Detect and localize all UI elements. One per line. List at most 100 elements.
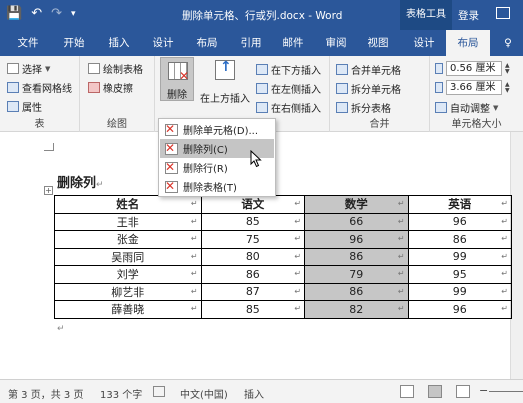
login-link[interactable]: 登录 <box>458 8 479 23</box>
table-cell-selected[interactable]: 86 <box>304 247 409 266</box>
score-table[interactable]: 姓名 语文 数学 英语 王非 85 66 96 张金 75 96 86 吴雨同 … <box>54 195 513 319</box>
delete-columns-icon <box>165 141 178 155</box>
tab-layout[interactable]: 布局 <box>189 30 225 56</box>
table-cell[interactable]: 刘学 <box>54 265 202 284</box>
spin-arrows-icon[interactable]: ▲ ▼ <box>505 81 510 94</box>
save-icon[interactable]: 💾 <box>6 6 22 22</box>
table-cell[interactable]: 吴雨同 <box>54 247 202 266</box>
table-cell[interactable]: 99 <box>407 247 513 266</box>
table-cell[interactable]: 张金 <box>54 230 202 249</box>
read-mode-icon[interactable] <box>400 385 414 398</box>
tab-references[interactable]: 引用 <box>233 30 269 56</box>
table-cell-selected[interactable]: 86 <box>304 282 409 301</box>
eraser-icon <box>88 82 100 93</box>
table-cell[interactable]: 柳艺非 <box>54 282 202 301</box>
quick-access-toolbar: 💾 ↶ ↷ ▾ <box>6 6 76 22</box>
header-cell[interactable]: 姓名 <box>54 195 202 214</box>
tab-table-layout[interactable]: 布局 <box>446 30 490 56</box>
table-cell-selected[interactable]: 79 <box>304 265 409 284</box>
web-layout-icon[interactable] <box>456 385 470 398</box>
group-label-merge: 合并 <box>369 119 390 130</box>
tell-me-icon[interactable]: ♀ <box>498 30 518 56</box>
draw-table-label: 绘制表格 <box>103 65 143 76</box>
select-button[interactable]: 选择 ▼ <box>7 61 50 76</box>
header-cell[interactable]: 语文 <box>200 195 306 214</box>
tab-insert[interactable]: 插入 <box>101 30 137 56</box>
table-cell[interactable]: 85 <box>200 300 306 319</box>
header-cell[interactable]: 英语 <box>407 195 513 214</box>
table-cell[interactable]: 80 <box>200 247 306 266</box>
eraser-button[interactable]: 橡皮擦 <box>88 80 133 95</box>
undo-icon[interactable]: ↶ <box>31 6 42 22</box>
word-count[interactable]: 133 个字 <box>100 386 142 401</box>
cell-width-spinner[interactable]: 3.66 厘米 ▲ ▼ <box>435 80 510 95</box>
properties-button[interactable]: 属性 <box>7 99 42 114</box>
insert-mode-indicator[interactable]: 插入 <box>244 386 264 401</box>
table-cell[interactable]: 99 <box>407 282 513 301</box>
table-cell-selected[interactable]: 66 <box>304 212 409 231</box>
group-label-cell-size: 单元格大小 <box>451 119 502 130</box>
table-cell[interactable]: 96 <box>407 300 513 319</box>
chevron-down-icon: ▼ <box>45 64 51 73</box>
view-gridlines-button[interactable]: 查看网格线 <box>7 80 72 95</box>
insert-left-button[interactable]: 在左侧插入 <box>256 81 321 96</box>
group-merge: 合并单元格 拆分单元格 拆分表格 合并 <box>330 56 430 132</box>
paragraph-mark: ↵ <box>96 180 104 190</box>
cell-height-spinner[interactable]: 0.56 厘米 ▲ ▼ <box>435 61 510 76</box>
customize-qat-icon[interactable]: ▾ <box>71 6 76 22</box>
insert-above-label: 在上方插入 <box>200 94 250 105</box>
language-indicator[interactable]: 中文(中国) <box>180 386 228 401</box>
table-cell[interactable]: 86 <box>200 265 306 284</box>
status-bar: 第 3 页，共 3 页 133 个字 中文(中国) 插入 − <box>0 379 523 403</box>
insert-below-button[interactable]: 在下方插入 <box>256 62 321 77</box>
table-cell[interactable]: 85 <box>200 212 306 231</box>
menu-item-delete-cells[interactable]: 删除单元格(D)... <box>160 120 274 139</box>
page-count[interactable]: 第 3 页，共 3 页 <box>8 386 83 401</box>
proofing-icon[interactable] <box>153 386 165 397</box>
zoom-out-icon[interactable]: − <box>479 384 488 397</box>
split-cells-icon <box>336 83 348 94</box>
insert-right-button[interactable]: 在右侧插入 <box>256 100 321 115</box>
merge-cells-button[interactable]: 合并单元格 <box>336 62 401 77</box>
insert-left-icon <box>256 83 268 94</box>
tab-view[interactable]: 视图 <box>360 30 396 56</box>
cell-height-input[interactable]: 0.56 厘米 <box>446 61 502 76</box>
table-cell[interactable]: 75 <box>200 230 306 249</box>
split-table-label: 拆分表格 <box>351 104 391 115</box>
delete-label: 删除 <box>167 90 187 101</box>
table-cell-selected[interactable]: 82 <box>304 300 409 319</box>
print-layout-icon[interactable] <box>428 385 442 398</box>
tab-file[interactable]: 文件 <box>10 30 46 56</box>
group-table: 选择 ▼ 查看网格线 属性 表 <box>0 56 80 132</box>
table-cell[interactable]: 87 <box>200 282 306 301</box>
cell-width-input[interactable]: 3.66 厘米 <box>446 80 502 95</box>
delete-button[interactable]: 删除 <box>160 57 194 101</box>
split-cells-button[interactable]: 拆分单元格 <box>336 81 401 96</box>
header-cell-selected[interactable]: 数学 <box>304 195 409 214</box>
tab-mailings[interactable]: 邮件 <box>275 30 311 56</box>
menu-item-label: 删除行(R) <box>183 164 228 175</box>
redo-icon[interactable]: ↷ <box>51 6 62 22</box>
spin-arrows-icon[interactable]: ▲ ▼ <box>505 62 510 75</box>
tab-table-design[interactable]: 设计 <box>404 30 444 56</box>
table-move-handle-icon[interactable]: + <box>44 186 53 195</box>
table-cell[interactable]: 95 <box>407 265 513 284</box>
table-cell-selected[interactable]: 96 <box>304 230 409 249</box>
tab-home[interactable]: 开始 <box>56 30 92 56</box>
tab-review[interactable]: 审阅 <box>318 30 354 56</box>
zoom-slider[interactable] <box>489 391 523 392</box>
table-row: 吴雨同 80 86 99 <box>54 247 513 266</box>
table-cell[interactable]: 薛善晓 <box>54 300 202 319</box>
tab-design[interactable]: 设计 <box>145 30 181 56</box>
insert-above-button[interactable]: 在上方插入 <box>200 59 250 105</box>
table-cell[interactable]: 96 <box>407 212 513 231</box>
group-draw: 绘制表格 橡皮擦 绘图 <box>80 56 155 132</box>
table-cell[interactable]: 86 <box>407 230 513 249</box>
table-cell[interactable]: 王非 <box>54 212 202 231</box>
autofit-button[interactable]: 自动调整 ▼ <box>435 100 498 115</box>
ribbon-display-options-icon[interactable] <box>496 7 510 19</box>
split-table-button[interactable]: 拆分表格 <box>336 100 391 115</box>
page-corner-mark <box>44 143 54 151</box>
draw-table-button[interactable]: 绘制表格 <box>88 61 143 76</box>
menu-item-delete-table[interactable]: 删除表格(T) <box>160 177 274 196</box>
